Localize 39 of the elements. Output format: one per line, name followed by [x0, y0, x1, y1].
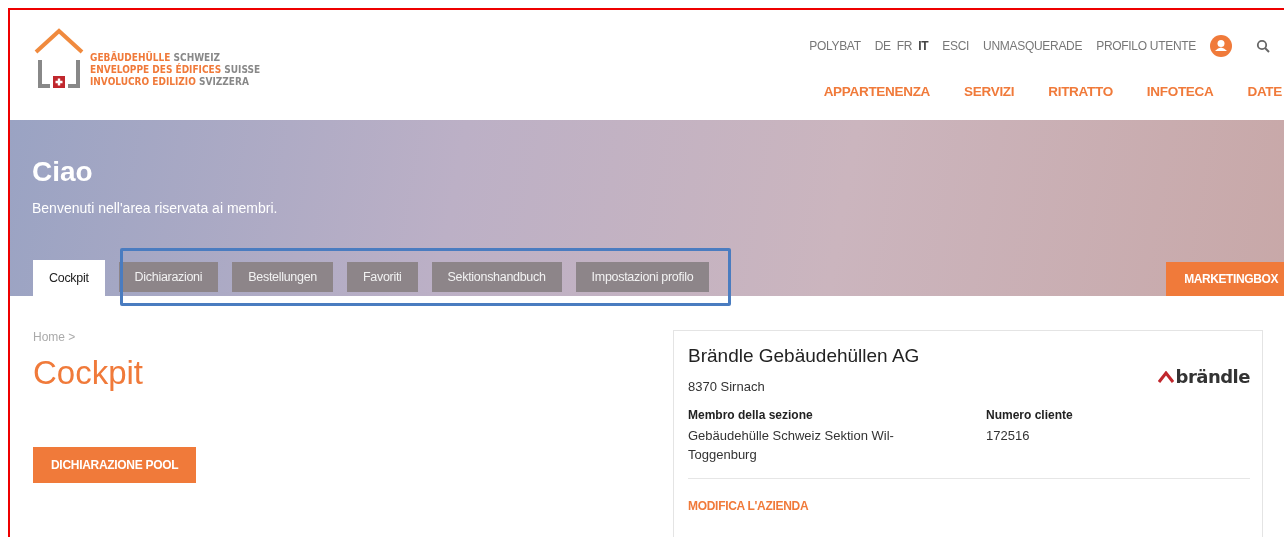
- nav-link[interactable]: INFOTECA: [1146, 84, 1214, 99]
- tab[interactable]: Impostazioni profilo: [575, 262, 710, 292]
- page-title: Cockpit: [33, 354, 145, 392]
- pool-button[interactable]: DICHIARAZIONE POOL: [33, 447, 197, 483]
- nav-link[interactable]: RITRATTO: [1048, 84, 1113, 99]
- nav-link[interactable]: DATE: [1247, 84, 1282, 99]
- field-value: 172516: [986, 427, 1031, 445]
- logo-text: GEBÄUDEHÜLLE SCHWEIZ: [90, 52, 222, 63]
- tab[interactable]: Dichiarazioni: [118, 262, 219, 292]
- nav-link[interactable]: SERVIZI: [964, 84, 1015, 99]
- field-label: Membro della sezione: [688, 408, 814, 422]
- tab[interactable]: Sektionshandbuch: [431, 262, 562, 292]
- logo-text: INVOLUCRO EDILIZIO SVIZZERA: [90, 76, 250, 88]
- hero-subtitle: Benvenuti nell'area riservata ai membri.: [31, 199, 279, 216]
- breadcrumb[interactable]: Home >: [33, 330, 673, 344]
- field-label: Numero cliente: [986, 408, 1074, 422]
- top-link[interactable]: ESCI: [942, 39, 970, 53]
- logo-text: ENVELOPPE DES ÉDIFICES SUISSE: [90, 64, 261, 76]
- language-link[interactable]: IT: [918, 39, 929, 53]
- search-icon[interactable]: [1256, 39, 1270, 53]
- user-avatar-icon[interactable]: [1210, 35, 1232, 57]
- house-logo-icon: [34, 28, 84, 90]
- company-name: Brändle Gebäudehüllen AG: [688, 345, 920, 367]
- field-value: Gebäudehülle Schweiz Sektion Wil-Toggenburg: [688, 427, 895, 464]
- top-link[interactable]: POLYBAT: [809, 39, 861, 53]
- edit-company-link[interactable]: MODIFICA L'AZIENDA: [688, 499, 809, 513]
- profile-link[interactable]: PROFILO UTENTE: [1096, 39, 1196, 53]
- language-link[interactable]: FR: [896, 39, 913, 53]
- language-link[interactable]: DE: [874, 39, 891, 53]
- top-link[interactable]: UNMASQUERADE: [983, 39, 1083, 53]
- nav-link[interactable]: APPARTENENZA: [823, 84, 931, 99]
- tab[interactable]: Bestellungen: [232, 262, 333, 292]
- tab[interactable]: Favoriti: [346, 262, 418, 292]
- company-address: 8370 Sirnach: [688, 379, 766, 394]
- hero-title: Ciao: [31, 156, 94, 188]
- company-logo-text: brändle: [1175, 366, 1250, 387]
- marketingbox-button[interactable]: MARKETINGBOX: [1166, 262, 1284, 296]
- tab[interactable]: Cockpit: [33, 260, 105, 296]
- roof-logo-icon: [1157, 370, 1174, 383]
